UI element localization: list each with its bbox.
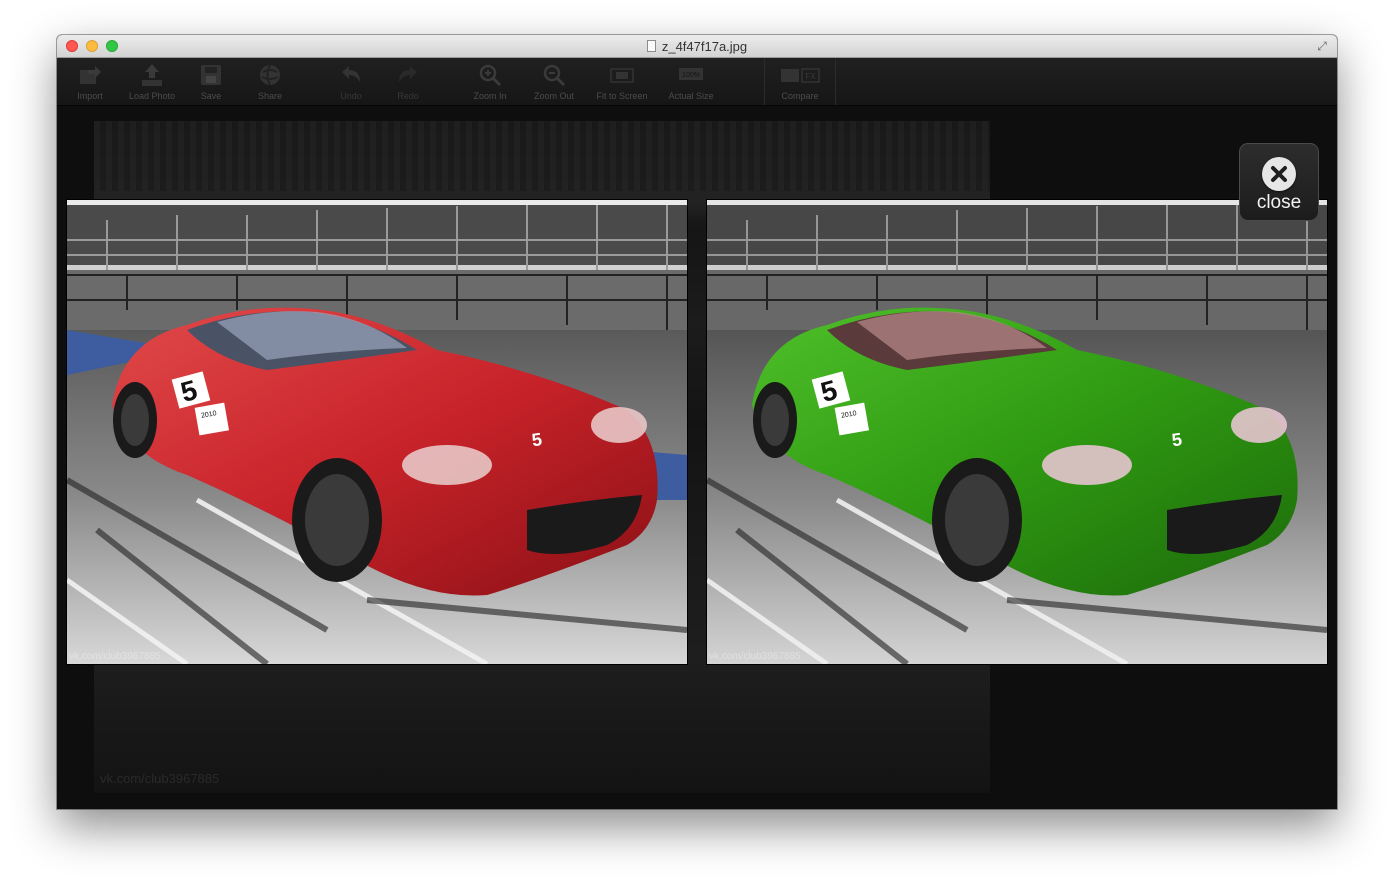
toolbar: Import Load Photo Save Share Undo Redo Z… [57,58,1337,106]
window-title-wrap: z_4f47f17a.jpg [57,35,1337,57]
app-window: z_4f47f17a.jpg ⤢ Import Load Photo Save … [57,35,1337,809]
actual-size-icon: 100% [679,68,703,80]
import-icon [80,66,101,84]
zoom-out-icon [543,64,566,87]
window-title: z_4f47f17a.jpg [661,38,748,54]
after-photo-image: 5 2010 5 [707,200,1327,664]
redo-button[interactable]: Redo [375,62,441,104]
share-button[interactable]: Share [237,62,303,104]
actual-size-badge: 100% [682,72,700,79]
load-photo-icon [142,64,162,86]
save-button[interactable]: Save [178,62,244,104]
zoom-out-label: Zoom Out [533,91,574,101]
fit-to-screen-icon [610,68,634,83]
close-label: close [1256,192,1302,213]
actual-size-button[interactable]: 100% Actual Size [658,62,724,104]
before-photo[interactable]: 5 2010 5 vk.com/club3967885 [67,200,687,664]
save-label: Save [200,91,222,101]
document-icon [646,40,656,52]
zoom-out-button[interactable]: Zoom Out [521,62,587,104]
load-photo-button[interactable]: Load Photo [119,62,185,104]
background-watermark: vk.com/club3967885 [100,771,220,786]
import-label: Import [77,91,103,101]
undo-icon [342,66,360,82]
before-watermark: vk.com/club3967885 [69,651,161,662]
after-watermark: vk.com/club3967885 [709,651,801,662]
compare-button[interactable]: FX Compare [767,62,833,104]
redo-label: Redo [397,91,419,101]
zoom-in-icon [479,64,502,87]
title-bar: z_4f47f17a.jpg ⤢ [57,35,1337,58]
fullscreen-icon[interactable]: ⤢ [1315,39,1329,53]
fit-to-screen-button[interactable]: Fit to Screen [589,62,655,104]
share-label: Share [257,91,283,101]
before-photo-image: 5 2010 5 [67,200,687,664]
background-stands [94,121,990,191]
actual-size-label: Actual Size [668,91,714,101]
toolbar-separator-right [835,58,836,105]
close-x-icon [1262,157,1296,191]
zoom-in-button[interactable]: Zoom In [457,62,523,104]
close-compare-button[interactable]: close [1239,143,1319,221]
after-photo[interactable]: 5 2010 5 vk.com/club3967885 [707,200,1327,664]
compare-label: Compare [781,91,819,101]
load-photo-label: Load Photo [128,91,176,101]
fit-to-screen-label: Fit to Screen [596,91,648,101]
undo-label: Undo [340,91,362,101]
zoom-in-label: Zoom In [473,91,507,101]
save-icon [201,65,221,85]
toolbar-separator-left [764,58,765,105]
import-button[interactable]: Import [57,62,123,104]
canvas-area: vk.com/club3967885 5 2010 5 vk.com/club3… [57,106,1337,809]
redo-icon [399,66,417,82]
compare-badge: FX [805,72,816,81]
share-icon [260,64,280,86]
compare-icon: FX [781,68,820,83]
